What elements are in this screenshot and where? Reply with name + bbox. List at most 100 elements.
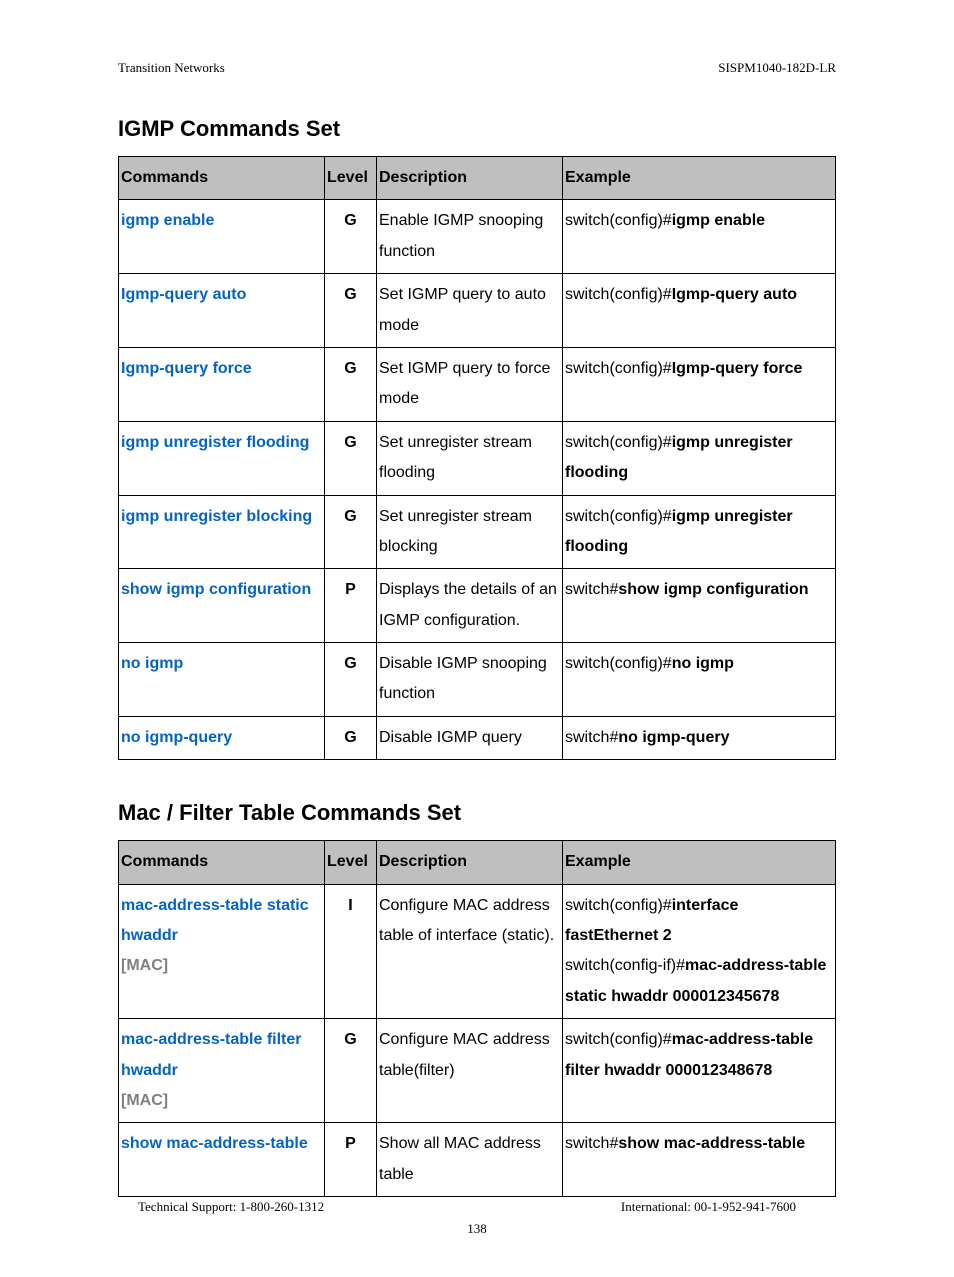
command-cell: Igmp-query auto	[119, 274, 325, 348]
command-cell: mac-address-table static hwaddr [MAC]	[119, 884, 325, 1019]
example-command: Igmp-query auto	[672, 286, 797, 303]
table-row: Igmp-query auto GSet IGMP query to auto m…	[119, 274, 836, 348]
column-header-commands: Commands	[119, 841, 325, 884]
command-name: show mac-address-table	[121, 1135, 308, 1152]
table-row: no igmp GDisable IGMP snooping functionsw…	[119, 643, 836, 717]
level-cell: G	[325, 274, 377, 348]
example-prompt: switch(config)#	[565, 286, 672, 303]
command-param: [MAC]	[121, 957, 168, 974]
example-command: no igmp	[672, 655, 734, 672]
example-command: no igmp-query	[618, 729, 729, 746]
table-row: igmp unregister flooding GSet unregister …	[119, 421, 836, 495]
section-title: Mac / Filter Table Commands Set	[118, 800, 836, 826]
level-cell: P	[325, 1123, 377, 1197]
level-cell: G	[325, 716, 377, 759]
command-param: [MAC]	[121, 1092, 168, 1109]
page-footer: Technical Support: 1-800-260-1312 Intern…	[138, 1199, 796, 1215]
level-cell: G	[325, 347, 377, 421]
description-cell: Configure MAC address table(filter)	[377, 1019, 563, 1123]
column-header-level: Level	[325, 157, 377, 200]
level-cell: G	[325, 200, 377, 274]
description-cell: Set unregister stream blocking	[377, 495, 563, 569]
command-cell: igmp unregister blocking	[119, 495, 325, 569]
level-cell: I	[325, 884, 377, 1019]
table-row: igmp unregister blocking GSet unregister …	[119, 495, 836, 569]
description-cell: Displays the details of an IGMP configur…	[377, 569, 563, 643]
page-header: Transition Networks SISPM1040-182D-LR	[118, 60, 836, 76]
description-cell: Show all MAC address table	[377, 1123, 563, 1197]
example-prompt: switch(config)#	[565, 1031, 672, 1048]
command-cell: igmp unregister flooding	[119, 421, 325, 495]
example-prompt: switch(config)#	[565, 360, 672, 377]
column-header-description: Description	[377, 157, 563, 200]
example-prompt: switch(config)#	[565, 897, 672, 914]
example-cell: switch(config)#mac-address-table filter …	[563, 1019, 836, 1123]
table-row: Igmp-query force GSet IGMP query to force…	[119, 347, 836, 421]
table-row: show mac-address-table PShow all MAC addr…	[119, 1123, 836, 1197]
example-cell: switch#show mac-address-table	[563, 1123, 836, 1197]
description-cell: Disable IGMP snooping function	[377, 643, 563, 717]
command-cell: igmp enable	[119, 200, 325, 274]
description-cell: Enable IGMP snooping function	[377, 200, 563, 274]
description-cell: Set IGMP query to force mode	[377, 347, 563, 421]
example-command: show igmp configuration	[618, 581, 808, 598]
example-cell: switch(config)#no igmp	[563, 643, 836, 717]
description-cell: Configure MAC address table of interface…	[377, 884, 563, 1019]
level-cell: P	[325, 569, 377, 643]
example-cell: switch(config)#igmp unregister flooding	[563, 495, 836, 569]
table-row: mac-address-table filter hwaddr [MAC] GCon…	[119, 1019, 836, 1123]
description-cell: Set IGMP query to auto mode	[377, 274, 563, 348]
table-row: no igmp-queryGDisable IGMP queryswitch#n…	[119, 716, 836, 759]
example-cell: switch(config)#igmp enable	[563, 200, 836, 274]
column-header-description: Description	[377, 841, 563, 884]
commands-table: CommandsLevelDescriptionExampleigmp enab…	[118, 156, 836, 760]
command-name: mac-address-table static hwaddr	[121, 897, 309, 944]
command-name: igmp enable	[121, 212, 214, 229]
example-cell: switch(config)#Igmp-query auto	[563, 274, 836, 348]
level-cell: G	[325, 495, 377, 569]
command-name: Igmp-query force	[121, 360, 252, 377]
table-row: mac-address-table static hwaddr [MAC] ICon…	[119, 884, 836, 1019]
level-cell: G	[325, 643, 377, 717]
command-name: Igmp-query auto	[121, 286, 246, 303]
command-cell: no igmp-query	[119, 716, 325, 759]
command-cell: Igmp-query force	[119, 347, 325, 421]
column-header-example: Example	[563, 841, 836, 884]
example-cell: switch(config)#Igmp-query force	[563, 347, 836, 421]
header-right: SISPM1040-182D-LR	[718, 60, 836, 76]
example-cell: switch(config)#igmp unregister flooding	[563, 421, 836, 495]
example-command: Igmp-query force	[672, 360, 803, 377]
column-header-level: Level	[325, 841, 377, 884]
command-name: no igmp-query	[121, 729, 232, 746]
example-prompt: switch(config)#	[565, 212, 672, 229]
command-name: igmp unregister flooding	[121, 434, 309, 451]
page: Transition Networks SISPM1040-182D-LR IG…	[0, 0, 954, 1277]
commands-table: CommandsLevelDescriptionExample mac-addre…	[118, 840, 836, 1197]
header-left: Transition Networks	[118, 60, 225, 76]
example-cell: switch(config)#interface fastEthernet 2s…	[563, 884, 836, 1019]
example-prompt: switch(config-if)#	[565, 957, 685, 974]
example-command: show mac-address-table	[618, 1135, 805, 1152]
example-prompt: switch#	[565, 581, 618, 598]
command-cell: show igmp configuration	[119, 569, 325, 643]
example-command: igmp enable	[672, 212, 765, 229]
footer-right: International: 00-1-952-941-7600	[621, 1199, 796, 1215]
level-cell: G	[325, 421, 377, 495]
column-header-example: Example	[563, 157, 836, 200]
command-cell: mac-address-table filter hwaddr [MAC]	[119, 1019, 325, 1123]
level-cell: G	[325, 1019, 377, 1123]
command-name: no igmp	[121, 655, 183, 672]
sections-container: IGMP Commands SetCommandsLevelDescriptio…	[118, 116, 836, 1197]
command-name: show igmp configuration	[121, 581, 311, 598]
command-name: mac-address-table filter hwaddr	[121, 1031, 302, 1078]
table-row: igmp enable GEnable IGMP snooping functio…	[119, 200, 836, 274]
example-prompt: switch(config)#	[565, 655, 672, 672]
example-prompt: switch#	[565, 1135, 618, 1152]
example-prompt: switch(config)#	[565, 434, 672, 451]
command-cell: no igmp	[119, 643, 325, 717]
section-title: IGMP Commands Set	[118, 116, 836, 142]
table-row: show igmp configuration PDisplays the det…	[119, 569, 836, 643]
example-cell: switch#no igmp-query	[563, 716, 836, 759]
command-name: igmp unregister blocking	[121, 508, 312, 525]
description-cell: Set unregister stream flooding	[377, 421, 563, 495]
